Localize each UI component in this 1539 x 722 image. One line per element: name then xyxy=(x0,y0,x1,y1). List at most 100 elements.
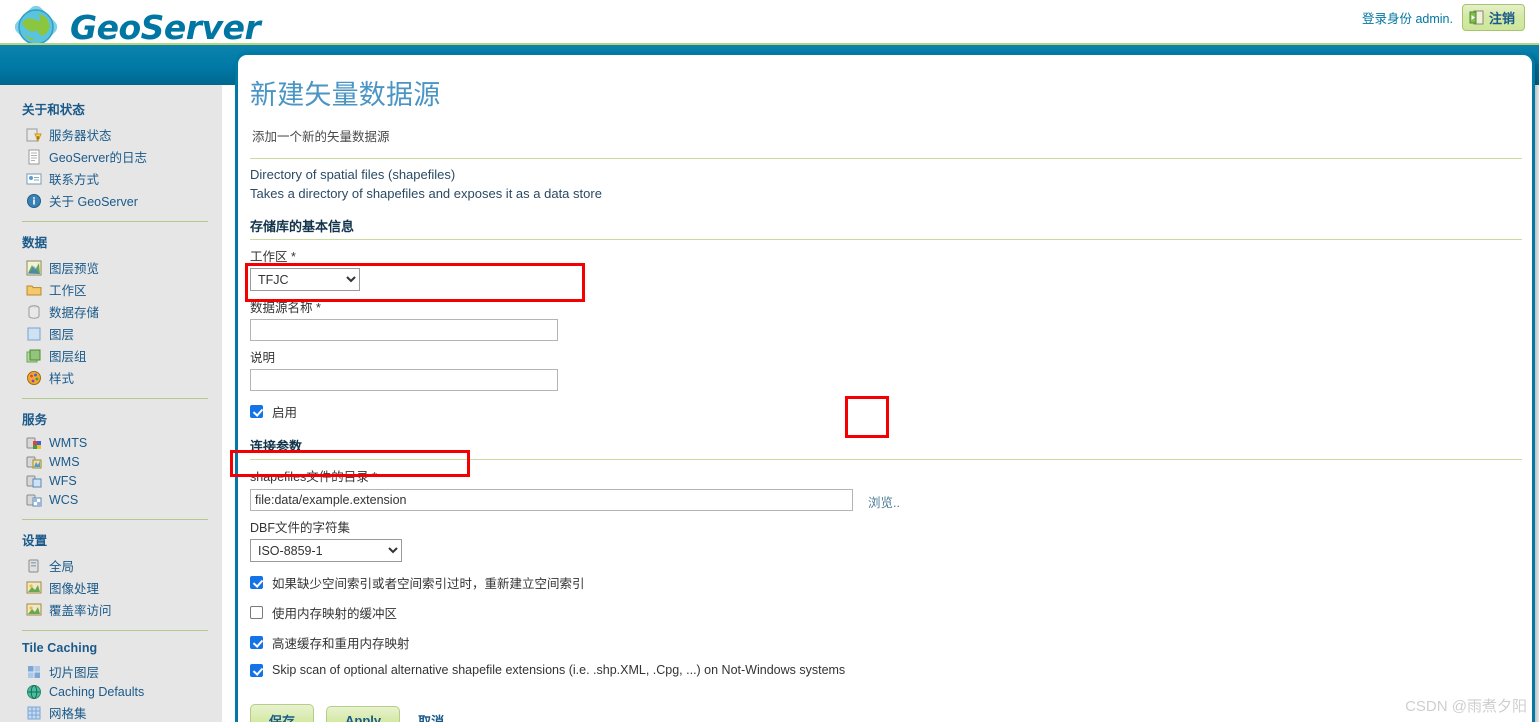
logout-button[interactable]: 注销 xyxy=(1461,4,1525,31)
charset-label: DBF文件的字符集 xyxy=(250,521,351,535)
sidebar-item-label: WFS xyxy=(49,474,77,488)
sidebar-item-label: 图像处理 xyxy=(49,582,100,596)
info-circle-icon xyxy=(26,193,42,209)
sidebar-item-about-geoserver[interactable]: 关于 GeoServer xyxy=(22,190,222,212)
workspace-select[interactable]: TFJC xyxy=(250,268,360,291)
tile-layers-icon xyxy=(26,664,42,680)
layer-icon xyxy=(26,326,42,342)
watermark: CSDN @雨煮夕阳 xyxy=(1405,698,1527,715)
sidebar-item-label: GeoServer的日志 xyxy=(49,151,147,165)
section-divider xyxy=(250,158,1522,159)
sidebar-section-settings: 设置 全局 图像处理 覆盖率访问 xyxy=(22,530,222,621)
sidebar-item-wfs[interactable]: WFS xyxy=(22,472,222,491)
datasource-name-input[interactable] xyxy=(250,319,558,341)
sidebar-item-layer-preview[interactable]: 图层预览 xyxy=(22,257,222,279)
sidebar-item-label: WMTS xyxy=(49,436,88,450)
sidebar-item-label: 联系方式 xyxy=(49,173,100,187)
sidebar-item-geoserver-logs[interactable]: GeoServer的日志 xyxy=(22,146,222,168)
cache-reuse-memory-maps-label: 高速缓存和重用内存映射 xyxy=(272,637,410,651)
sidebar-item-coverage-access[interactable]: 覆盖率访问 xyxy=(22,599,222,621)
save-button[interactable]: 保存 xyxy=(250,704,315,722)
directory-row: 浏览.. xyxy=(250,489,1514,511)
cache-reuse-row: 高速缓存和重用内存映射 xyxy=(250,633,1514,652)
layer-group-icon xyxy=(26,348,42,364)
login-status-text: 登录身份 admin. xyxy=(1361,12,1453,26)
cache-reuse-memory-maps-checkbox[interactable] xyxy=(250,636,263,649)
sidebar-item-label: WMS xyxy=(49,455,80,469)
sidebar-item-global[interactable]: 全局 xyxy=(22,555,222,577)
document-icon xyxy=(26,149,42,165)
store-type-name: Directory of spatial files (shapefiles) xyxy=(250,167,456,182)
sidebar-item-label: 覆盖率访问 xyxy=(49,604,112,618)
sidebar-item-contact[interactable]: 联系方式 xyxy=(22,168,222,190)
sidebar-item-label: 关于 GeoServer xyxy=(49,195,138,209)
service-icon xyxy=(26,454,42,470)
sidebar-item-label: 全局 xyxy=(49,560,75,574)
top-banner: GeoServer 登录身份 admin. 注销 xyxy=(0,0,1539,49)
directory-label: shapefiles文件的目录 * xyxy=(250,470,378,484)
sidebar-item-caching-defaults[interactable]: Caching Defaults xyxy=(22,683,222,702)
sidebar-section-title: 服务 xyxy=(22,413,48,427)
memory-mapped-buffer-checkbox[interactable] xyxy=(250,606,263,619)
browse-link[interactable]: 浏览.. xyxy=(868,492,900,511)
layer-preview-icon xyxy=(26,260,42,276)
globe-grid-icon xyxy=(26,684,42,700)
rebuild-index-row: 如果缺少空间索引或者空间索引过时，重新建立空间索引 xyxy=(250,573,1514,592)
description-input[interactable] xyxy=(250,369,558,391)
sidebar-item-label: 服务器状态 xyxy=(49,129,112,143)
sidebar-item-layer-groups[interactable]: 图层组 xyxy=(22,345,222,367)
sidebar-section-title: 设置 xyxy=(22,534,48,548)
door-exit-icon xyxy=(1469,10,1484,25)
sidebar-item-image-processing[interactable]: 图像处理 xyxy=(22,577,222,599)
sidebar-item-label: 图层组 xyxy=(49,350,87,364)
sidebar-item-workspaces[interactable]: 工作区 xyxy=(22,279,222,301)
sidebar-section-data: 数据 图层预览 工作区 数据存储 图层 图层组 样式 xyxy=(22,232,222,389)
enabled-checkbox[interactable] xyxy=(250,405,263,418)
palette-icon xyxy=(26,370,42,386)
skip-scan-checkbox[interactable] xyxy=(250,663,263,677)
sidebar-item-stores[interactable]: 数据存储 xyxy=(22,301,222,323)
datasource-name-label: 数据源名称 * xyxy=(250,301,321,315)
page-title: 新建矢量数据源 xyxy=(250,80,441,110)
sidebar-item-wmts[interactable]: WMTS xyxy=(22,434,222,453)
sidebar-divider xyxy=(22,398,208,399)
sidebar-item-wcs[interactable]: WCS xyxy=(22,491,222,510)
sidebar-item-wms[interactable]: WMS xyxy=(22,453,222,472)
sidebar-section-title: 数据 xyxy=(22,236,48,250)
sidebar-item-server-status[interactable]: 服务器状态 xyxy=(22,124,222,146)
apply-button[interactable]: Apply xyxy=(326,706,401,722)
sidebar-item-styles[interactable]: 样式 xyxy=(22,367,222,389)
gridset-icon xyxy=(26,705,42,721)
image-processing-icon xyxy=(26,580,42,596)
cancel-link[interactable]: 取消 xyxy=(418,711,444,722)
page-subtitle: 添加一个新的矢量数据源 xyxy=(252,130,390,144)
charset-select[interactable]: ISO-8859-1 xyxy=(250,539,402,562)
sidebar-section-title: Tile Caching xyxy=(22,641,98,655)
sidebar-item-label: 图层预览 xyxy=(49,262,100,276)
sidebar-item-label: 数据存储 xyxy=(49,306,100,320)
sidebar-item-label: WCS xyxy=(49,493,79,507)
sidebar-item-tile-layers[interactable]: 切片图层 xyxy=(22,661,222,683)
enabled-row: 启用 xyxy=(250,402,1514,421)
skip-scan-label: Skip scan of optional alternative shapef… xyxy=(272,663,846,677)
sidebar-divider xyxy=(22,630,208,631)
workspace-label: 工作区 * xyxy=(250,250,296,264)
skip-scan-row: Skip scan of optional alternative shapef… xyxy=(250,663,1514,677)
brand-title: GeoServer xyxy=(70,7,261,47)
description-label: 说明 xyxy=(250,351,276,365)
directory-input[interactable] xyxy=(250,489,853,511)
service-icon xyxy=(26,492,42,508)
sidebar-section-tile-caching: Tile Caching 切片图层 Caching Defaults 网格集 xyxy=(22,641,222,722)
sidebar-item-label: Caching Defaults xyxy=(49,685,145,699)
service-icon xyxy=(26,473,42,489)
memory-mapped-buffer-row: 使用内存映射的缓冲区 xyxy=(250,603,1514,622)
sidebar-item-label: 样式 xyxy=(49,372,75,386)
rebuild-spatial-index-checkbox[interactable] xyxy=(250,576,263,589)
service-icon xyxy=(26,435,42,451)
basic-info-divider xyxy=(250,239,1522,240)
sidebar-item-layers[interactable]: 图层 xyxy=(22,323,222,345)
store-type-description: Takes a directory of shapefiles and expo… xyxy=(250,186,602,201)
sidebar-item-gridsets[interactable]: 网格集 xyxy=(22,702,222,722)
connection-params-divider xyxy=(250,459,1522,460)
sidebar-section-services: 服务 WMTS WMS WFS WCS xyxy=(22,409,222,510)
